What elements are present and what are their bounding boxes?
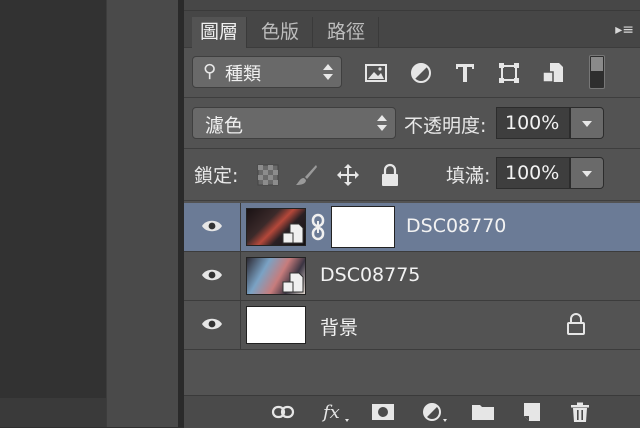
divider	[184, 97, 640, 98]
filter-adjustment-icon[interactable]	[408, 60, 434, 86]
lock-all-icon[interactable]	[378, 163, 402, 187]
filter-kind-label: 種類	[225, 64, 261, 85]
layers-bottom-toolbar: fx	[184, 395, 640, 428]
lock-image-pixels-brush-icon[interactable]	[294, 163, 318, 187]
filter-kind-select[interactable]: ⚲ 種類	[192, 56, 342, 88]
layer-name[interactable]: DSC08770	[406, 215, 506, 237]
lock-label: 鎖定:	[194, 165, 239, 187]
layers-panel: 圖層 色版 路徑 ▸≡ ⚲ 種類 濾色 不透明度: 100% 鎖定: 填滿: 1…	[184, 0, 640, 428]
layer-locked-icon	[567, 313, 585, 335]
lock-transparent-pixels-icon[interactable]	[256, 163, 280, 187]
eye-icon[interactable]	[201, 317, 223, 331]
tab-paths[interactable]: 路徑	[314, 17, 379, 47]
select-arrows-icon	[323, 63, 333, 81]
opacity-dropdown-button[interactable]	[570, 107, 604, 139]
dock-strip	[106, 0, 179, 427]
visibility-cell[interactable]	[184, 203, 241, 251]
layer-row[interactable]: DSC08770	[184, 203, 640, 252]
panel-top-bar	[184, 0, 640, 11]
layers-list: DSC08770 DSC08775 背景	[184, 203, 640, 350]
filter-shape-icon[interactable]	[496, 60, 522, 86]
layer-style-fx-icon[interactable]: fx	[321, 401, 351, 423]
smart-object-badge-icon	[282, 272, 304, 293]
new-layer-icon[interactable]	[520, 401, 544, 423]
visibility-cell[interactable]	[184, 301, 241, 349]
visibility-cell[interactable]	[184, 252, 241, 300]
divider	[184, 200, 640, 201]
lock-position-move-icon[interactable]	[336, 163, 360, 187]
mask-link-icon[interactable]	[310, 213, 326, 241]
eye-icon[interactable]	[201, 268, 223, 282]
panel-tabs: 圖層 色版 路徑 ▸≡	[184, 11, 640, 48]
fill-dropdown-button[interactable]	[570, 157, 604, 189]
tab-layers[interactable]: 圖層	[192, 17, 247, 48]
select-arrows-icon	[377, 114, 387, 132]
svg-text:fx: fx	[321, 402, 340, 423]
layer-row[interactable]: 背景	[184, 301, 640, 350]
layer-row[interactable]: DSC08775	[184, 252, 640, 301]
fill-label: 填滿:	[446, 165, 491, 187]
delete-layer-trash-icon[interactable]	[568, 401, 592, 423]
layer-name[interactable]: 背景	[320, 313, 358, 340]
add-layer-mask-icon[interactable]	[371, 401, 395, 423]
blend-mode-select[interactable]: 濾色	[192, 107, 396, 139]
link-layers-icon[interactable]	[271, 401, 295, 423]
panel-menu-icon[interactable]: ▸≡	[615, 22, 634, 38]
layer-name[interactable]: DSC08775	[320, 264, 420, 286]
filter-smart-object-icon[interactable]	[540, 60, 566, 86]
tab-channels[interactable]: 色版	[248, 17, 313, 47]
smart-object-badge-icon	[282, 223, 304, 244]
canvas-area	[0, 0, 106, 427]
layer-thumbnail[interactable]	[246, 306, 306, 344]
new-group-folder-icon[interactable]	[471, 401, 495, 423]
divider	[184, 148, 640, 149]
filter-type-icon[interactable]	[452, 60, 478, 86]
blend-mode-label: 濾色	[205, 115, 244, 137]
magnifier-icon: ⚲	[203, 61, 217, 82]
opacity-label: 不透明度:	[404, 115, 487, 137]
opacity-field[interactable]: 100%	[496, 107, 570, 139]
filter-pixel-icon[interactable]	[363, 60, 389, 86]
canvas-status-strip	[0, 398, 106, 427]
layer-mask-thumbnail[interactable]	[331, 206, 395, 248]
eye-icon[interactable]	[201, 219, 223, 233]
new-adjustment-layer-icon[interactable]	[421, 401, 449, 423]
filter-toggle-switch[interactable]	[589, 55, 605, 89]
fill-field[interactable]: 100%	[496, 157, 570, 189]
